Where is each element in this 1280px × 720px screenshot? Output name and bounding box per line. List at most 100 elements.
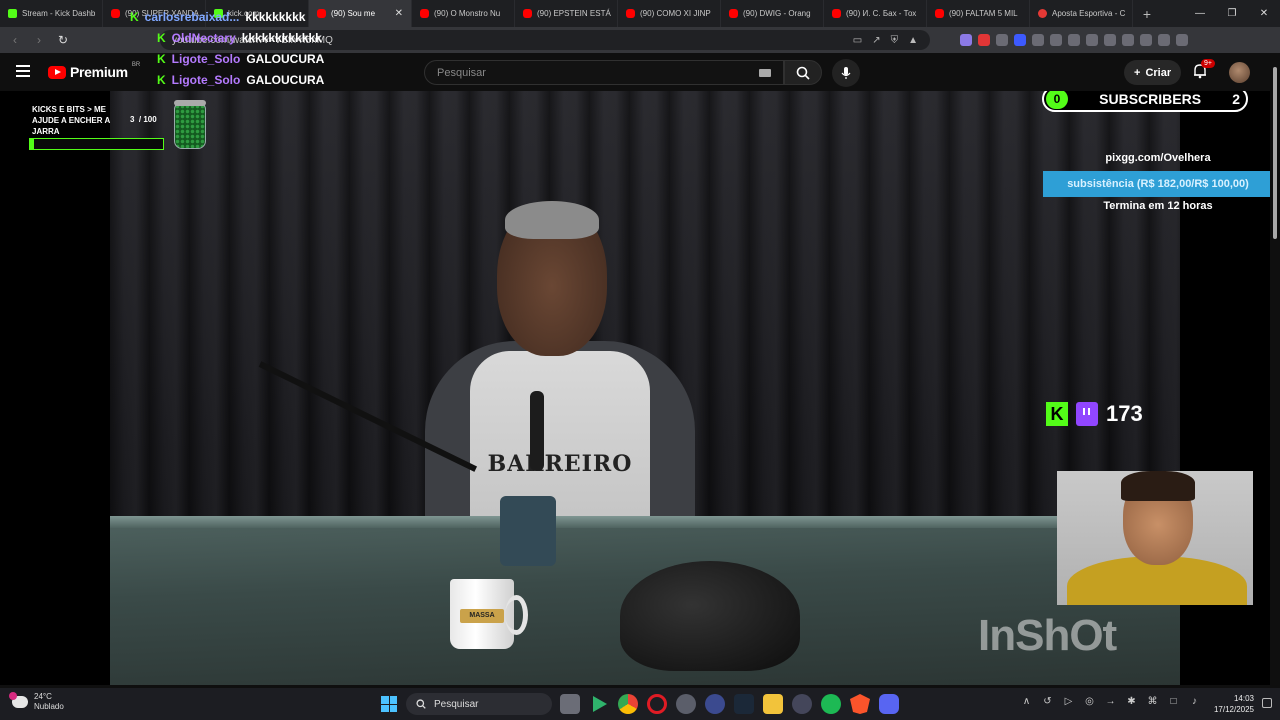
viewer-count: 173 [1106, 401, 1143, 426]
youtube-play-icon [48, 65, 66, 79]
volume-icon[interactable]: ♪ [1188, 696, 1201, 707]
task-view-icon[interactable] [560, 694, 580, 714]
tab-label: (90) COMO XI JINP [640, 9, 711, 18]
tab-kick-dashboard[interactable]: Stream - Kick Dashb [0, 0, 103, 27]
play-icon[interactable]: ▷ [1062, 696, 1075, 707]
tab-label: (90) И. С. Бах - Тох [846, 9, 917, 18]
language-icon[interactable]: ⌘ [1146, 696, 1159, 707]
youtube-premium-logo[interactable]: Premium BR [48, 62, 141, 80]
tab-dwig[interactable]: (90) DWIG - Orang [721, 0, 824, 27]
maximize-button[interactable]: ❐ [1216, 8, 1248, 19]
steam-icon[interactable] [734, 694, 754, 714]
tab-bach[interactable]: (90) И. С. Бах - Тох [824, 0, 927, 27]
opera-icon[interactable] [647, 694, 667, 714]
brave-icon[interactable] [850, 694, 870, 714]
minimize-button[interactable]: — [1184, 8, 1216, 19]
taskbar-clock[interactable]: 14:03 17/12/2025 [1206, 693, 1254, 715]
windows-start-icon[interactable] [381, 696, 397, 712]
extension-icon[interactable] [1032, 34, 1044, 46]
extension-icon[interactable] [1014, 34, 1026, 46]
brave-shield-icon[interactable]: ⛨ [891, 35, 899, 46]
reload-icon[interactable]: ↻ [56, 33, 70, 47]
extension-icon[interactable] [996, 34, 1008, 46]
search-placeholder: Pesquisar [437, 66, 486, 79]
app-tray-icon[interactable]: ◎ [1083, 696, 1096, 707]
search-input[interactable]: Pesquisar [424, 60, 784, 85]
taskbar-search[interactable]: Pesquisar [406, 693, 552, 715]
extension-icon[interactable] [978, 34, 990, 46]
sidebar-icon[interactable] [1104, 34, 1116, 46]
notification-center-icon[interactable] [1262, 698, 1272, 708]
kick-icon: K [1046, 402, 1068, 426]
app-icon[interactable] [792, 694, 812, 714]
head [497, 201, 607, 356]
tab-label: Stream - Kick Dashb [22, 9, 96, 18]
vpn-icon[interactable] [1158, 34, 1170, 46]
close-tab-icon[interactable]: ✕ [395, 8, 403, 19]
subscribers-left-count: 0 [1046, 91, 1068, 109]
chrome-icon[interactable] [618, 694, 638, 714]
scrollbar-thumb[interactable] [1273, 67, 1277, 239]
cast-icon[interactable]: ▭ [853, 35, 862, 46]
chat-username: Ligote_Solo [171, 73, 241, 87]
page-scrollbar[interactable] [1270, 53, 1280, 685]
youtube-icon [317, 9, 326, 18]
video-player[interactable]: BARREIRO MASSA InShOt KICKS E BITS > ME … [0, 91, 1280, 685]
tab-xi-jinping[interactable]: (90) COMO XI JINP [618, 0, 721, 27]
tab-label: (90) Sou me [331, 9, 376, 18]
youtube-icon [729, 9, 738, 18]
wallet-icon[interactable] [1122, 34, 1134, 46]
jar-total: / 100 [138, 115, 157, 124]
chat-text: kkkkkkkkk [245, 10, 306, 24]
microphone-icon [841, 67, 851, 79]
close-window-button[interactable]: ✕ [1248, 8, 1280, 19]
chat-username: Ligote_Solo [171, 52, 241, 66]
notifications-button[interactable]: 9+ [1192, 59, 1215, 81]
tab-epstein[interactable]: (90) EPSTEIN ESTÁ [515, 0, 618, 27]
voice-search-button[interactable] [832, 59, 860, 87]
spotify-icon[interactable] [821, 694, 841, 714]
avatar[interactable] [1229, 62, 1250, 83]
tab-monstro[interactable]: (90) O Monstro Nu [412, 0, 515, 27]
bluetooth-icon[interactable]: ✱ [1125, 696, 1138, 707]
forward-icon[interactable]: › [32, 33, 46, 47]
hamburger-menu-icon[interactable] [16, 65, 30, 77]
file-explorer-icon[interactable] [763, 694, 783, 714]
tab-label: (90) EPSTEIN ESTÁ [537, 9, 611, 18]
brave-rewards-icon[interactable]: ▲ [908, 35, 918, 46]
kick-icon: K [130, 10, 139, 24]
share-icon[interactable]: ↗ [872, 35, 880, 46]
weather-widget[interactable]: 24°C Nublado [9, 692, 64, 712]
chat-message: K Ligote_Solo GALOUCURA [157, 52, 324, 66]
app-icon[interactable] [705, 694, 725, 714]
tab-faltam[interactable]: (90) FALTAM 5 MIL [927, 0, 1030, 27]
app-icon[interactable] [676, 694, 696, 714]
tab-active-video[interactable]: (90) Sou me ✕ [309, 0, 412, 27]
media-player-icon[interactable] [593, 696, 607, 712]
app-tray-icon[interactable]: → [1104, 696, 1117, 707]
youtube-icon [832, 9, 841, 18]
shirt-text: BARREIRO [487, 451, 633, 477]
leo-icon[interactable] [1140, 34, 1152, 46]
menu-icon[interactable] [1176, 34, 1188, 46]
chevron-up-icon[interactable]: ∧ [1020, 696, 1033, 707]
discord-icon[interactable] [879, 694, 899, 714]
bet-icon [1038, 9, 1047, 18]
extensions-area [960, 34, 1188, 46]
new-tab-button[interactable]: + [1133, 0, 1161, 27]
keyboard-icon[interactable] [759, 68, 771, 77]
create-button[interactable]: + Criar [1124, 60, 1182, 85]
search-button[interactable] [784, 60, 822, 85]
extension-icon[interactable] [1068, 34, 1080, 46]
region-code: BR [131, 62, 141, 68]
extension-icon[interactable] [960, 34, 972, 46]
tab-aposta[interactable]: Aposta Esportiva - C [1030, 0, 1133, 27]
puzzle-icon[interactable] [1050, 34, 1062, 46]
sync-icon[interactable]: ↺ [1041, 696, 1054, 707]
tab-label: Aposta Esportiva - C [1052, 9, 1126, 18]
network-icon[interactable]: □ [1167, 696, 1180, 707]
clock-time: 14:03 [1233, 694, 1254, 703]
back-icon[interactable]: ‹ [8, 33, 22, 47]
clock-date: 17/12/2025 [1213, 705, 1254, 714]
music-icon[interactable] [1086, 34, 1098, 46]
